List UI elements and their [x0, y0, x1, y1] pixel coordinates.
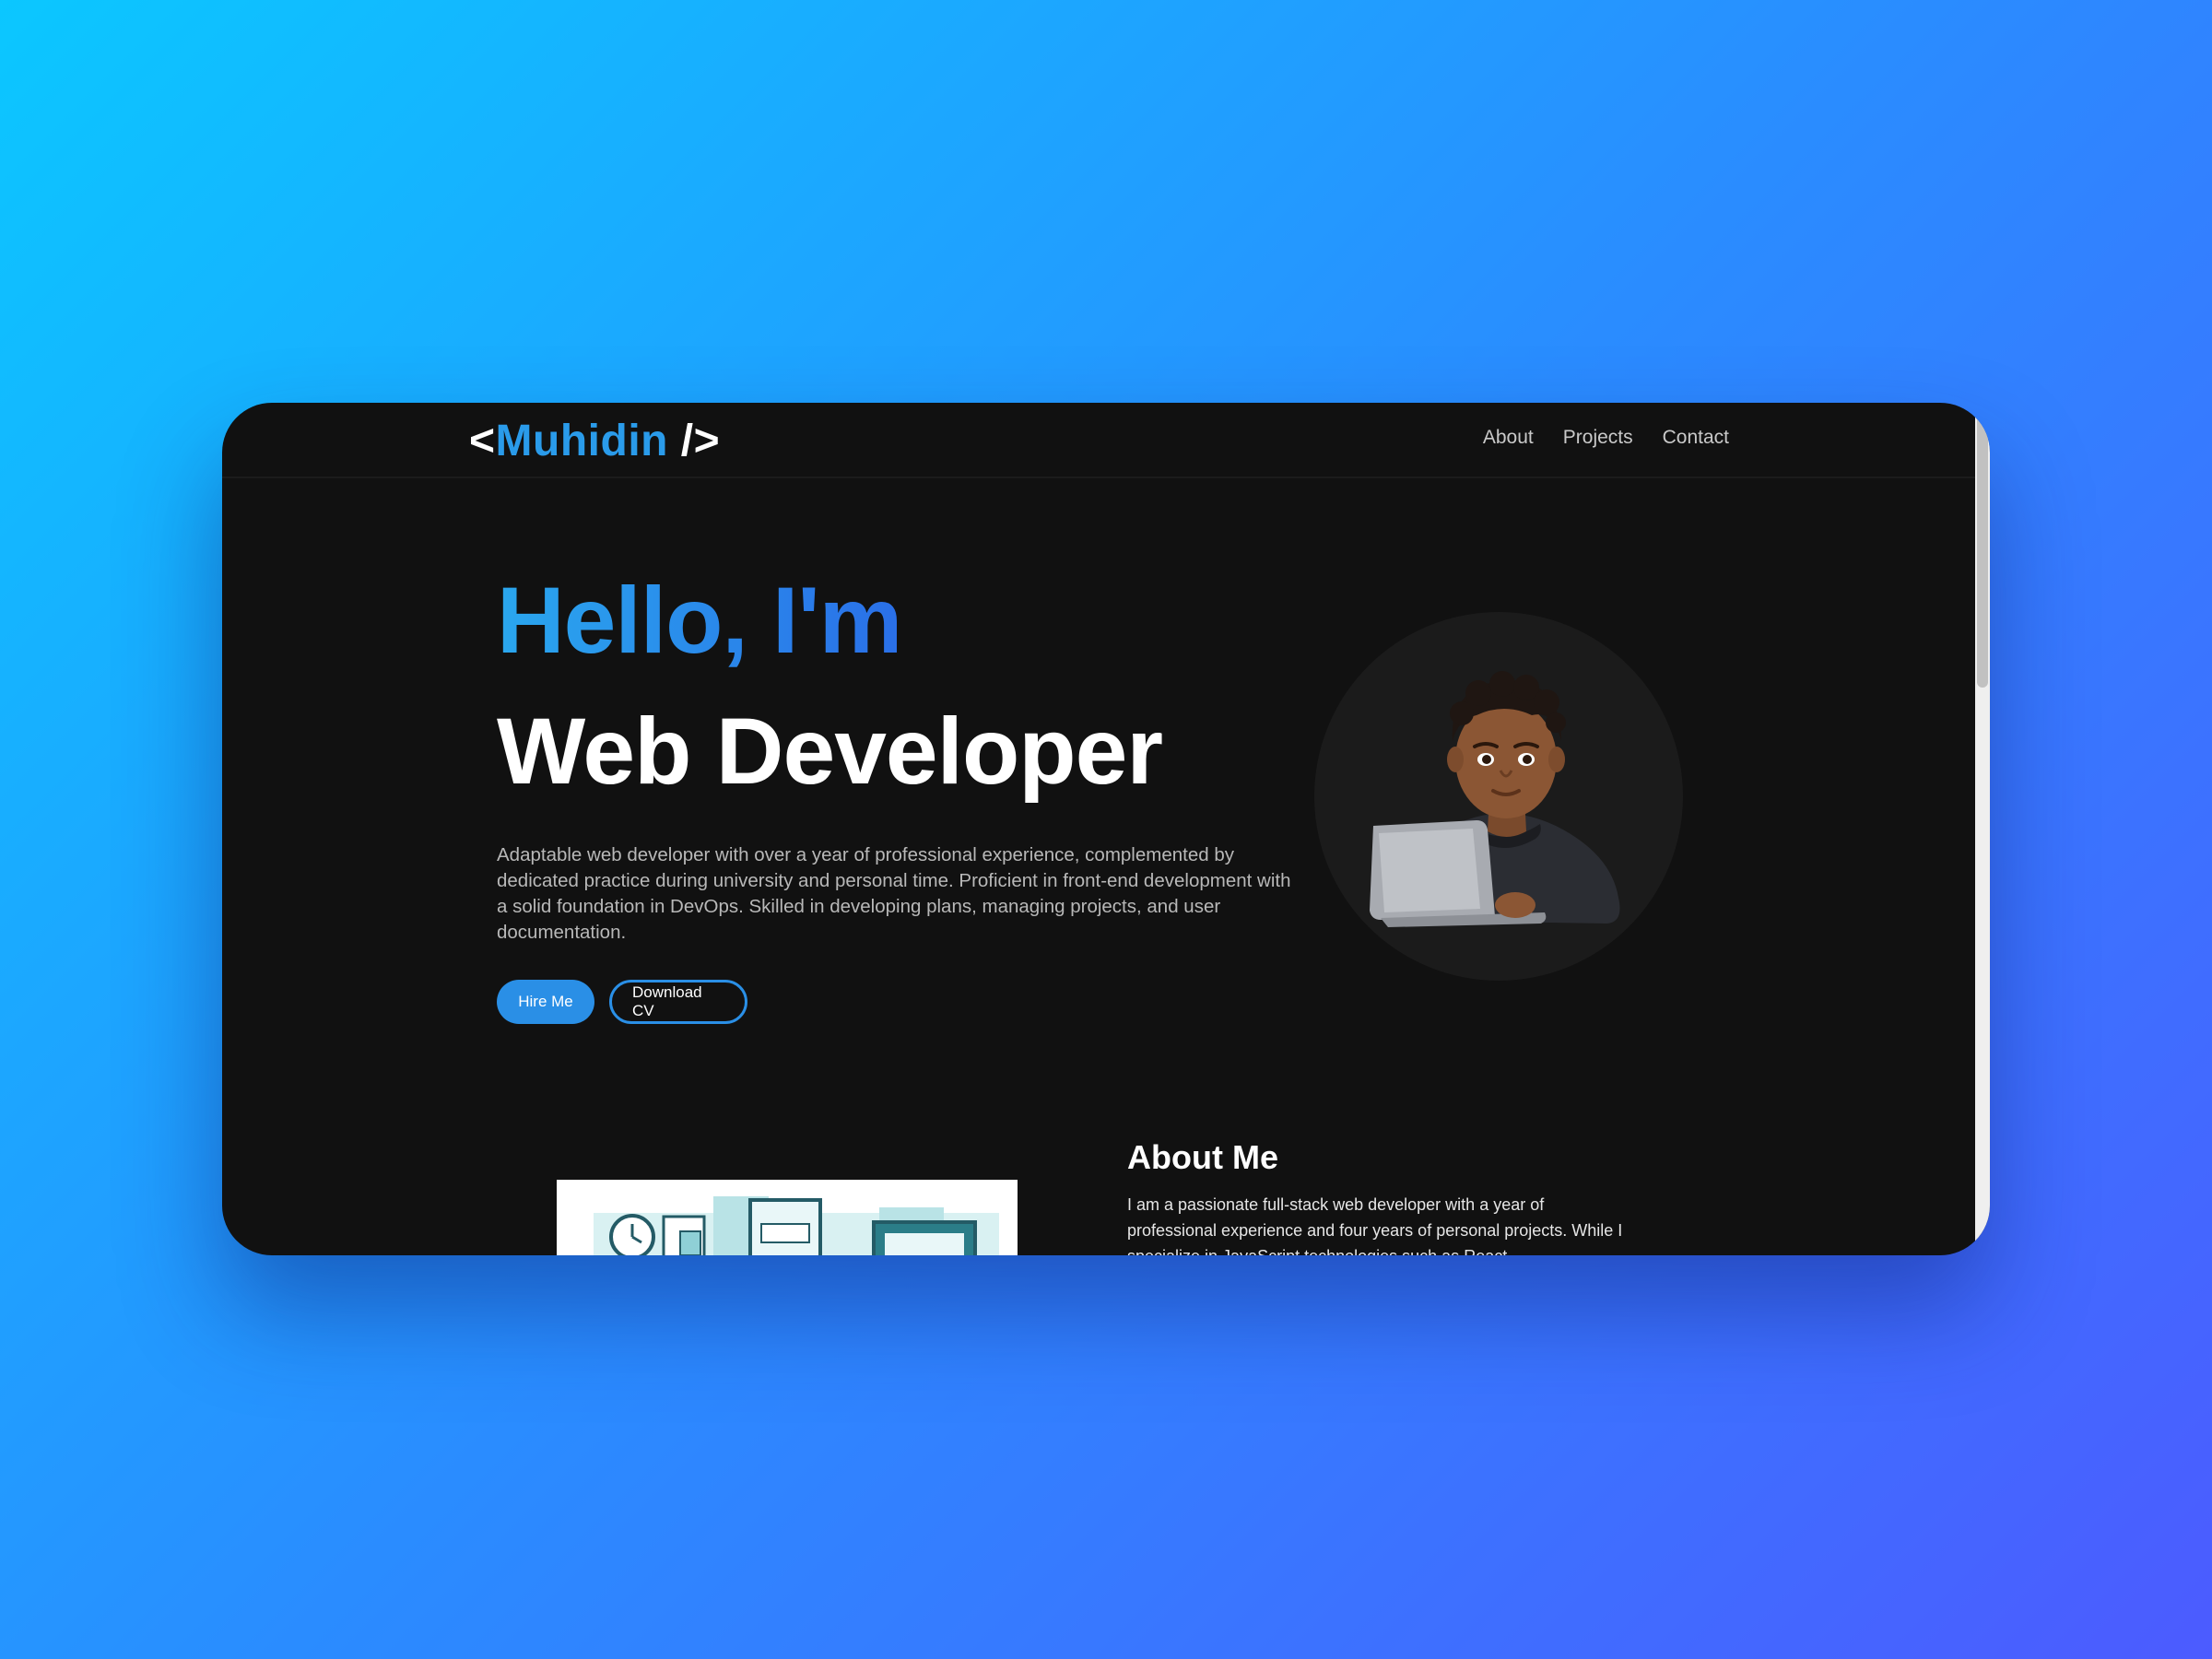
avatar: [1314, 612, 1683, 981]
scrollbar-thumb[interactable]: [1977, 406, 1988, 688]
nav-link-projects[interactable]: Projects: [1563, 427, 1633, 449]
workspace-illustration-icon: [557, 1180, 1018, 1255]
download-cv-button[interactable]: Download CV: [609, 980, 747, 1024]
about-title: About Me: [1127, 1138, 1278, 1176]
logo-close-bracket: />: [667, 417, 721, 465]
page-scrollbar[interactable]: [1975, 403, 1990, 1255]
browser-window: <Muhidin /> About Projects Contact Hello…: [222, 403, 1990, 1255]
hero-buttons: Hire Me Download CV: [497, 980, 747, 1024]
hero-description: Adaptable web developer with over a year…: [497, 844, 1291, 943]
hire-me-button[interactable]: Hire Me: [497, 980, 594, 1024]
hero-greeting: Hello, I'm: [497, 568, 902, 673]
logo-name: Muhidin: [495, 417, 668, 465]
nav-link-contact[interactable]: Contact: [1663, 427, 1729, 449]
about-image: [557, 1180, 1018, 1255]
nav-links: About Projects Contact: [1483, 427, 1729, 449]
logo-open-bracket: <: [469, 417, 496, 465]
developer-avatar-icon: [1370, 671, 1620, 927]
navbar: <Muhidin /> About Projects Contact: [222, 403, 1975, 478]
nav-link-about[interactable]: About: [1483, 427, 1534, 449]
about-text: I am a passionate full-stack web develop…: [1127, 1195, 1623, 1255]
logo[interactable]: <Muhidin />: [469, 416, 720, 466]
hero-role: Web Developer: [497, 699, 1163, 804]
